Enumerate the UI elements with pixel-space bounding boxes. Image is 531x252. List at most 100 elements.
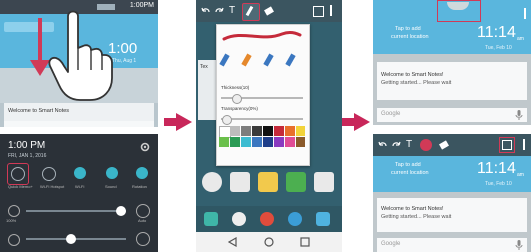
thickness-thumb[interactable]	[232, 94, 242, 104]
dock	[196, 206, 342, 232]
volume-settings-icon[interactable]	[136, 232, 150, 246]
pen-type-4[interactable]	[285, 53, 296, 67]
brightness-slider[interactable]	[26, 210, 126, 212]
quick-memo-screen: T Tex Thickness(10) Transparency(0%)	[196, 0, 342, 252]
home-icon[interactable]	[264, 237, 274, 247]
current-location: current location	[391, 34, 429, 40]
color-swatch[interactable]	[285, 137, 295, 147]
qs-date: FRI, JAN 1, 2016	[8, 153, 47, 159]
note-text: Welcome to Smart Notes	[8, 108, 70, 114]
clock-am: am	[517, 36, 524, 42]
color-swatch[interactable]	[296, 137, 305, 147]
lockscreen-notification-pull: 1:00PM 1:00 Thu, Aug 1 Welcome to Smart …	[0, 0, 158, 127]
tap-to-add[interactable]: Tap to add	[395, 26, 421, 32]
note-title: Welcome to Smart Notes!	[381, 206, 444, 212]
color-palette	[219, 126, 305, 158]
hotspot-icon[interactable]	[42, 167, 56, 181]
brightness-thumb[interactable]	[116, 206, 126, 216]
color-swatch[interactable]	[263, 126, 273, 136]
color-swatch[interactable]	[252, 137, 262, 147]
color-swatch[interactable]	[219, 137, 229, 147]
color-swatch[interactable]	[230, 137, 240, 147]
home-with-memo-toolbar: T Tap to add current location 11:14 am T…	[373, 134, 531, 252]
apps-icon[interactable]	[260, 212, 274, 226]
color-swatch[interactable]	[274, 126, 284, 136]
nav-bar	[196, 232, 342, 252]
current-location: current location	[391, 170, 429, 176]
google-label: Google	[381, 241, 401, 247]
phone-app-icon[interactable]	[204, 212, 218, 226]
brightness-label: 100%	[6, 218, 17, 223]
text-icon[interactable]: T	[406, 139, 412, 150]
right-arrow-icon	[342, 113, 370, 131]
undo-icon[interactable]	[201, 6, 211, 16]
clock-date: Tue, Feb 10	[485, 45, 512, 51]
auto-label: Auto	[138, 218, 147, 223]
app-icon[interactable]	[230, 172, 250, 192]
quick-memo-icon[interactable]	[11, 167, 25, 181]
home-with-memo-handle: Tap to add current location 11:14 am Tue…	[373, 0, 531, 125]
color-swatch[interactable]	[241, 137, 251, 147]
toggle-label-3: Sound	[105, 184, 117, 189]
rotation-icon[interactable]	[136, 167, 148, 179]
back-icon[interactable]	[228, 237, 238, 247]
toggle-label-4: Rotation	[132, 184, 147, 189]
quick-settings-panel: 1:00 PM FRI, JAN 1, 2016 Quick Memo+ Wi-…	[0, 134, 158, 252]
volume-slider[interactable]	[26, 238, 126, 240]
save-icon[interactable]	[313, 6, 324, 17]
google-bar[interactable]	[4, 121, 154, 127]
pen-icon[interactable]	[420, 139, 432, 151]
color-swatch[interactable]	[241, 126, 251, 136]
thickness-label: Thickness(10)	[221, 85, 250, 90]
note-sub: Getting started... Please wait	[381, 80, 452, 86]
mic-icon[interactable]	[515, 110, 523, 120]
color-swatch[interactable]	[274, 137, 284, 147]
volume-icon	[8, 234, 20, 246]
menu-icon[interactable]	[523, 139, 525, 150]
transparency-label: Transparency(0%)	[221, 106, 258, 111]
pen-type-1[interactable]	[219, 53, 230, 67]
note-sub: Getting started... Please wait	[381, 214, 452, 220]
text-icon[interactable]: T	[229, 5, 235, 16]
redo-icon[interactable]	[391, 140, 401, 150]
app-icon[interactable]	[314, 172, 334, 192]
auto-brightness-toggle[interactable]	[136, 204, 150, 218]
tap-to-add[interactable]: Tap to add	[395, 162, 421, 168]
wifi-icon[interactable]	[74, 167, 86, 179]
redo-icon[interactable]	[214, 6, 224, 16]
app-icon[interactable]	[286, 172, 306, 192]
volume-thumb[interactable]	[66, 234, 76, 244]
app-row	[202, 172, 336, 194]
sound-icon[interactable]	[106, 167, 118, 179]
brightness-icon	[8, 205, 20, 217]
browser-app-icon[interactable]	[288, 212, 302, 226]
menu-icon[interactable]	[330, 5, 332, 16]
color-swatch[interactable]	[285, 126, 295, 136]
color-swatch[interactable]	[296, 126, 305, 136]
right-arrow-icon	[164, 113, 192, 131]
recent-icon[interactable]	[300, 237, 310, 247]
menu-icon[interactable]	[524, 8, 526, 19]
messages-app-icon[interactable]	[316, 212, 330, 226]
color-swatch[interactable]	[252, 126, 262, 136]
pen-type-3[interactable]	[263, 53, 274, 67]
gear-icon[interactable]	[140, 142, 150, 152]
transparency-thumb[interactable]	[222, 115, 232, 125]
color-swatch[interactable]	[263, 137, 273, 147]
clock-time: 11:14	[477, 24, 516, 41]
toggle-label-2: Wi-Fi	[75, 184, 85, 189]
undo-icon[interactable]	[378, 140, 388, 150]
stroke-preview	[222, 30, 302, 41]
mic-icon[interactable]	[515, 240, 523, 250]
contacts-app-icon[interactable]	[232, 212, 246, 226]
save-icon[interactable]	[502, 140, 512, 150]
transparency-slider[interactable]	[221, 118, 303, 120]
status-time: 1:00PM	[129, 2, 154, 9]
color-swatch[interactable]	[230, 126, 240, 136]
app-icon[interactable]	[202, 172, 222, 192]
note-title: Welcome to Smart Notes!	[381, 72, 444, 78]
pen-type-2[interactable]	[241, 53, 252, 67]
clock-date: Tue, Feb 10	[485, 181, 512, 187]
clock-am: am	[517, 172, 524, 178]
app-icon[interactable]	[258, 172, 278, 192]
